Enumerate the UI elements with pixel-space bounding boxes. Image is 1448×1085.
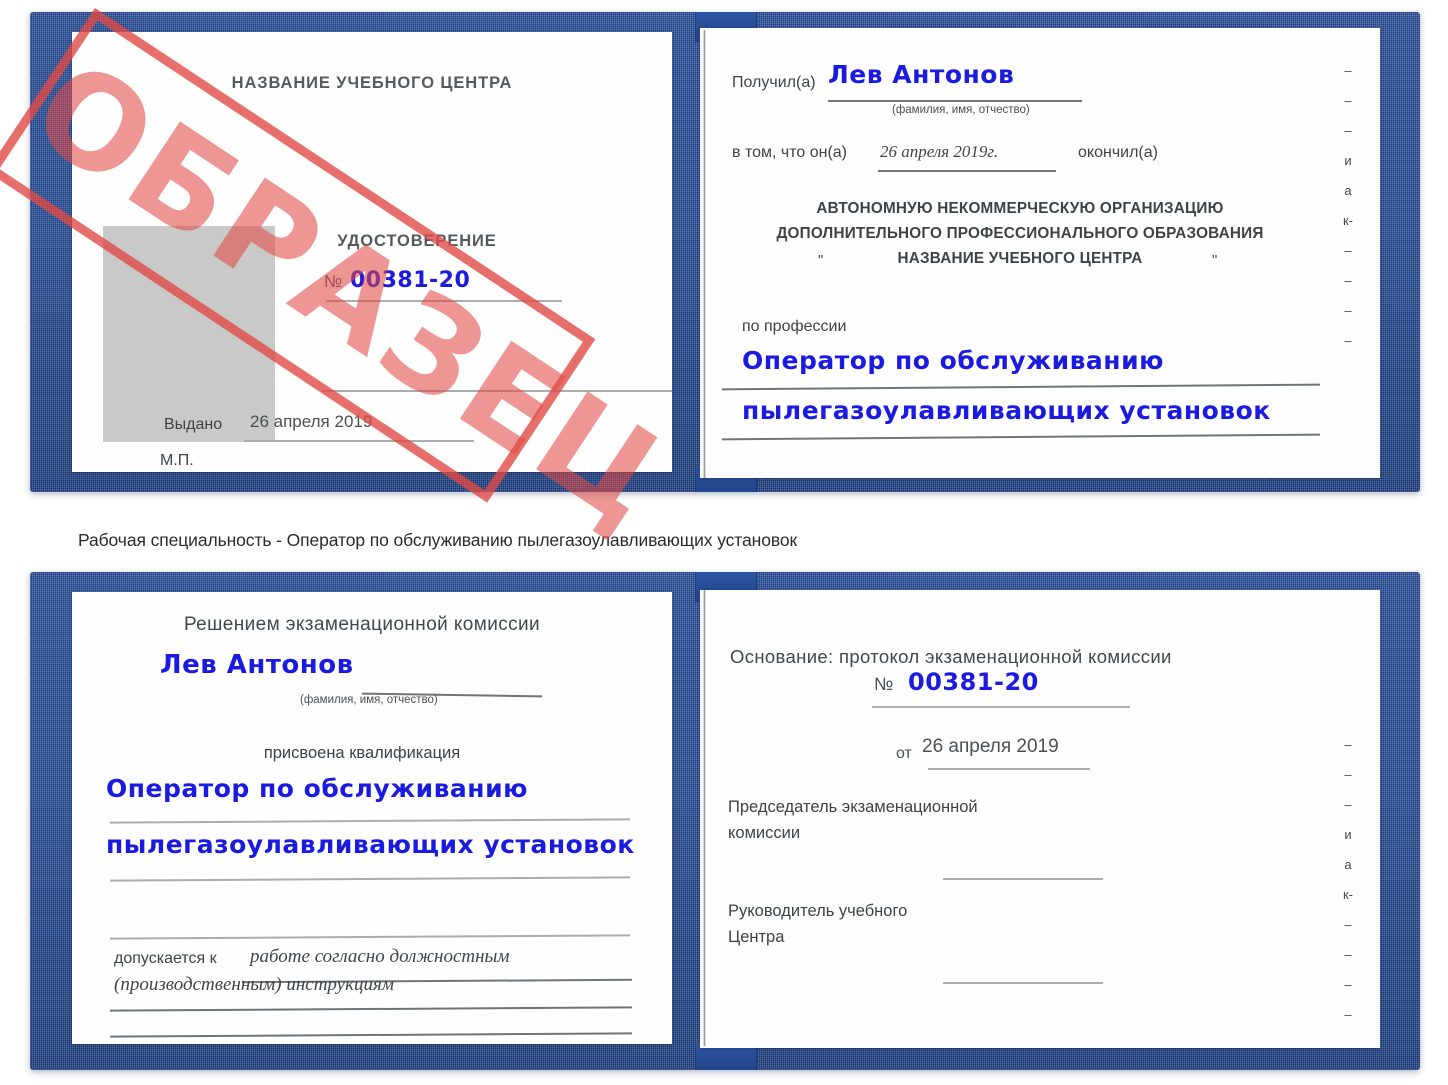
- profession-line-1: Оператор по обслуживанию: [742, 346, 1164, 375]
- protocol-date: 26 апреля 2019: [922, 736, 1059, 757]
- quote-close: ": [1212, 252, 1218, 269]
- edge-fragment: –: [1344, 303, 1352, 318]
- admitted-line-1: работе согласно должностным: [250, 946, 510, 967]
- bottom-right-page: Основание: протокол экзаменационной коми…: [700, 590, 1380, 1048]
- protocol-number-label: №: [874, 674, 894, 694]
- profession-rule-2: [722, 433, 1320, 440]
- edge-fragments-bottom-right: – – – и а к- – – – –: [1338, 730, 1358, 1030]
- seal-label: М.П.: [160, 452, 194, 469]
- page-caption: Рабочая специальность - Оператор по обсл…: [78, 530, 798, 550]
- number-rule: [326, 300, 562, 302]
- bottom-left-page: Решением экзаменационной комиссии Лев Ан…: [72, 592, 672, 1044]
- director-signature-rule[interactable]: [943, 982, 1103, 984]
- edge-fragment: –: [1344, 797, 1352, 812]
- edge-fragment: к-: [1342, 887, 1354, 902]
- profession-rule-1: [722, 383, 1320, 390]
- spine-fold-bottom: [703, 590, 706, 1046]
- number-label: №: [324, 272, 343, 291]
- profession-line-2: пылегазоулавливающих установок: [742, 396, 1271, 425]
- completion-date: 26 апреля 2019г.: [880, 142, 999, 161]
- edge-fragment: –: [1344, 917, 1352, 932]
- edge-fragment: –: [1344, 1007, 1352, 1022]
- photo-placeholder: [103, 226, 275, 442]
- edge-fragment: –: [1344, 333, 1352, 348]
- clause-suffix: окончил(а): [1078, 144, 1158, 161]
- edge-fragment: –: [1344, 767, 1352, 782]
- profession-label: по профессии: [742, 318, 847, 335]
- edge-fragment: и: [1344, 153, 1352, 168]
- qualification-rule-2: [109, 876, 631, 882]
- protocol-number: 00381-20: [908, 668, 1039, 696]
- name-hint: (фамилия, имя, отчество): [892, 104, 1030, 116]
- admitted-rule-2: [110, 1006, 632, 1012]
- top-right-page: Получил(а) Лев Антонов (фамилия, имя, от…: [700, 28, 1380, 478]
- spine-fold-top: [703, 30, 706, 478]
- protocol-date-rule: [928, 768, 1090, 770]
- edge-fragment: –: [1344, 123, 1352, 138]
- issued-rule: [244, 440, 474, 442]
- chairman-line-1: Председатель экзаменационной: [728, 798, 978, 816]
- organization-line-1: АВТОНОМНУЮ НЕКОММЕРЧЕСКУЮ ОРГАНИЗАЦИЮ: [816, 200, 1224, 217]
- recipient-name-rule: [828, 100, 1082, 102]
- name-hint-2: (фамилия, имя, отчество): [300, 694, 438, 706]
- chairman-signature-rule[interactable]: [943, 878, 1103, 880]
- edge-fragment: –: [1344, 243, 1352, 258]
- edge-fragment: –: [1344, 947, 1352, 962]
- top-left-page: НАЗВАНИЕ УЧЕБНОГО ЦЕНТРА УДОСТОВЕРЕНИЕ №…: [72, 32, 672, 472]
- blank-rule-1: [322, 390, 672, 392]
- document-title: УДОСТОВЕРЕНИЕ: [337, 232, 497, 250]
- edge-fragment: –: [1344, 63, 1352, 78]
- received-label: Получил(а): [732, 74, 816, 91]
- edge-fragment: а: [1344, 857, 1352, 872]
- organization-line-3: НАЗВАНИЕ УЧЕБНОГО ЦЕНТРА: [897, 250, 1143, 267]
- edge-fragment: к-: [1342, 213, 1354, 228]
- graduate-name: Лев Антонов: [160, 650, 354, 680]
- qualification-label: присвоена квалификация: [263, 744, 461, 762]
- admitted-line-2: (производственным) инструкциям: [114, 974, 394, 995]
- edge-fragment: а: [1344, 183, 1352, 198]
- clause-prefix: в том, что он(а): [732, 144, 847, 161]
- admitted-label: допускается к: [114, 950, 217, 967]
- edge-fragment: –: [1344, 977, 1352, 992]
- issued-label: Выдано: [164, 416, 223, 433]
- qualification-line-2: пылегазоулавливающих установок: [106, 830, 635, 859]
- chairman-line-2: комиссии: [728, 824, 801, 842]
- organization-line-2: ДОПОЛНИТЕЛЬНОГО ПРОФЕССИОНАЛЬНОГО ОБРАЗО…: [776, 225, 1264, 242]
- issued-date: 26 апреля 2019: [250, 412, 373, 431]
- qualification-line-1: Оператор по обслуживанию: [106, 774, 528, 803]
- director-line-1: Руководитель учебного: [728, 902, 908, 920]
- qualification-rule-3: [109, 934, 631, 940]
- recipient-name: Лев Антонов: [828, 60, 1015, 89]
- basis-label: Основание: протокол экзаменационной коми…: [730, 646, 1172, 667]
- edge-fragment: и: [1344, 827, 1352, 842]
- protocol-date-label: от: [896, 745, 912, 762]
- admitted-rule-3: [110, 1032, 632, 1038]
- certificate-number: 00381-20: [350, 268, 471, 293]
- completion-date-rule: [878, 170, 1056, 172]
- director-line-2: Центра: [728, 928, 785, 946]
- edge-fragments-top-right: – – – и а к- – – – –: [1338, 56, 1358, 356]
- protocol-number-rule: [872, 706, 1130, 708]
- edge-fragment: –: [1344, 93, 1352, 108]
- edge-fragment: –: [1344, 273, 1352, 288]
- qualification-rule-1: [109, 818, 631, 824]
- edge-fragment: –: [1344, 737, 1352, 752]
- training-center-name-heading: НАЗВАНИЕ УЧЕБНОГО ЦЕНТРА: [231, 74, 513, 92]
- commission-decision-heading: Решением экзаменационной комиссии: [183, 614, 541, 635]
